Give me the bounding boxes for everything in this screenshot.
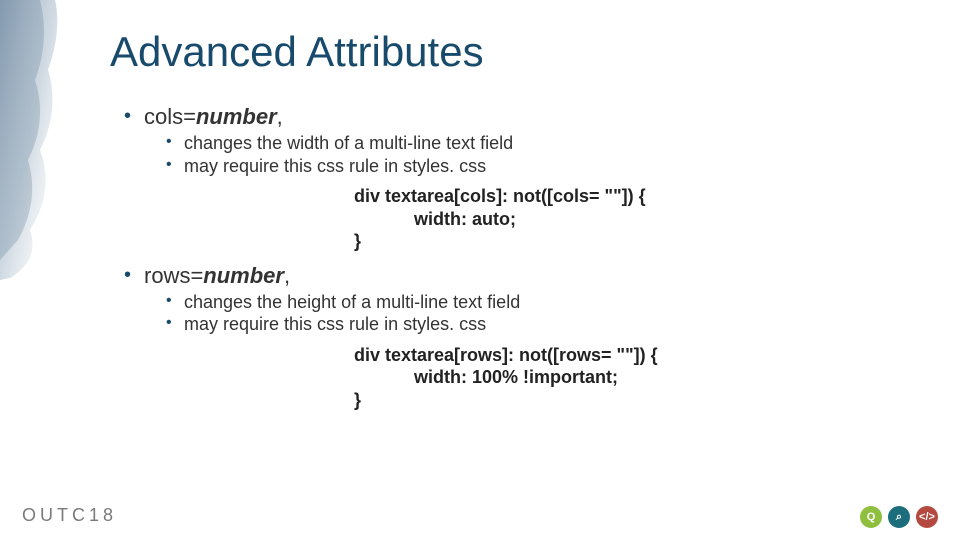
bullet-label-prefix: rows= bbox=[144, 263, 203, 288]
footer-brand: OUTC18 bbox=[22, 505, 117, 526]
sub-bullet: may require this css rule in styles. css bbox=[166, 155, 890, 178]
sub-bullet: changes the width of a multi-line text f… bbox=[166, 132, 890, 155]
magnifier-icon: ⌕ bbox=[888, 506, 910, 528]
bullet-label-suffix: , bbox=[284, 263, 290, 288]
sub-bullet: may require this css rule in styles. css bbox=[166, 313, 890, 336]
bullet-rows: rows=number, changes the height of a mul… bbox=[124, 263, 890, 412]
code-snippet-rows: div textarea[rows]: not([rows= ""]) { wi… bbox=[354, 344, 890, 412]
sub-bullet: changes the height of a multi-line text … bbox=[166, 291, 890, 314]
footer-icon-row: Q ⌕ </> bbox=[860, 506, 938, 528]
bullet-cols: cols=number, changes the width of a mult… bbox=[124, 104, 890, 253]
slide-title: Advanced Attributes bbox=[110, 28, 890, 76]
chat-bubble-icon: Q bbox=[860, 506, 882, 528]
top-bullet-list: cols=number, changes the width of a mult… bbox=[124, 104, 890, 411]
sub-bullet-list: changes the height of a multi-line text … bbox=[166, 291, 890, 336]
code-snippet-cols: div textarea[cols]: not([cols= ""]) { wi… bbox=[354, 185, 890, 253]
bullet-label-prefix: cols= bbox=[144, 104, 196, 129]
bullet-label-suffix: , bbox=[277, 104, 283, 129]
bullet-label-param: number bbox=[196, 104, 277, 129]
bullet-label-param: number bbox=[203, 263, 284, 288]
watercolor-edge bbox=[0, 0, 65, 280]
code-icon: </> bbox=[916, 506, 938, 528]
slide-content: Advanced Attributes cols=number, changes… bbox=[110, 28, 890, 421]
sub-bullet-list: changes the width of a multi-line text f… bbox=[166, 132, 890, 177]
